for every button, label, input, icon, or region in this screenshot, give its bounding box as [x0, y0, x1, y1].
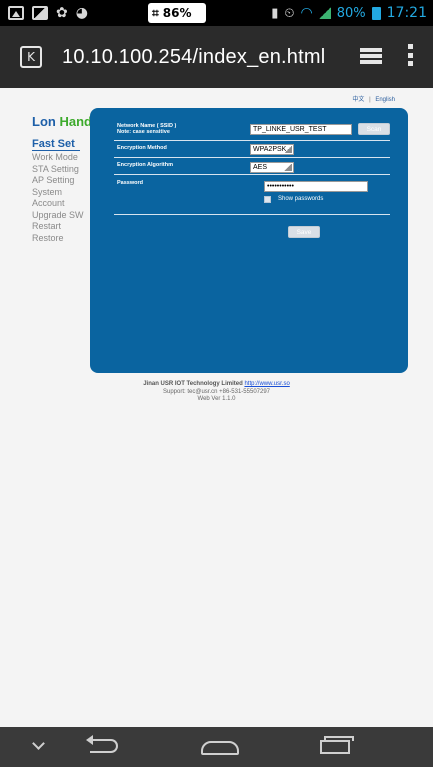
password-label: Password: [117, 180, 143, 186]
company-name: Jinan USR IOT Technology Limited: [143, 381, 243, 387]
back-icon[interactable]: [86, 735, 118, 753]
show-passwords-label: Show passwords: [278, 196, 324, 202]
company-link[interactable]: http://www.usr.so: [244, 381, 289, 387]
sidebar-nav: Fast Set Work Mode STA Setting AP Settin…: [32, 138, 84, 244]
encryption-algorithm-value: AES: [253, 164, 268, 171]
nav-ap-setting[interactable]: AP Setting: [32, 175, 84, 187]
nav-work-mode[interactable]: Work Mode: [32, 152, 84, 164]
nav-restart[interactable]: Restart: [32, 221, 84, 233]
notification-badge: ⌗ 86%: [148, 3, 206, 23]
ssid-input[interactable]: TP_LINKE_USR_TEST: [250, 124, 352, 135]
recent-apps-icon[interactable]: [320, 736, 354, 754]
lang-english-link[interactable]: English: [375, 97, 395, 103]
nav-sta-setting[interactable]: STA Setting: [32, 164, 84, 176]
dropdown-arrow-icon: [284, 146, 292, 153]
signal-icon: [318, 7, 331, 19]
logo-part1: Lon: [32, 114, 56, 129]
save-button[interactable]: Save: [288, 226, 320, 238]
wifi-icon: ◠: [300, 5, 313, 21]
gallery-icon: [8, 6, 24, 20]
encryption-method-row: Encryption Method WPA2PSK: [114, 141, 390, 158]
system-navigation-bar: [0, 727, 433, 767]
alarm-icon: ⏲: [284, 5, 295, 21]
settings-panel: Network Name ( SSID ) Note: case sensiti…: [90, 108, 408, 373]
encryption-algorithm-label: Encryption Algorithm: [117, 162, 174, 168]
tab-switcher-icon[interactable]: K: [20, 46, 42, 68]
scan-button[interactable]: Scan: [358, 123, 390, 135]
overflow-menu-icon[interactable]: [408, 44, 414, 66]
nav-system[interactable]: System: [32, 187, 84, 199]
encryption-algorithm-row: Encryption Algorithm AES: [114, 158, 390, 175]
hash-icon: ⌗: [152, 5, 159, 20]
language-switch: 中文 | English: [352, 94, 395, 103]
nav-upgrade-sw[interactable]: Upgrade SW: [32, 210, 84, 222]
hide-keyboard-icon[interactable]: [32, 737, 45, 750]
logo: Lon Hand: [32, 114, 92, 129]
status-bar: ✿ ◕ ⌗ 86% ▮ ⏲ ◠ 80% 17:21: [0, 0, 433, 26]
animal-icon: ◕: [75, 5, 88, 21]
password-row: Password ••••••••••• Show passwords: [114, 175, 390, 215]
figure-icon: ✿: [56, 5, 68, 21]
vibrate-icon: ▮: [271, 5, 279, 21]
encryption-method-select[interactable]: WPA2PSK: [250, 144, 294, 155]
ssid-note: Note: case sensitive: [117, 129, 170, 135]
support-contact: Support: tec@usr.cn +86-531-55507297: [163, 388, 270, 395]
nav-account[interactable]: Account: [32, 198, 84, 210]
ssid-row: Network Name ( SSID ) Note: case sensiti…: [114, 122, 390, 141]
encryption-algorithm-select[interactable]: AES: [250, 162, 294, 173]
password-input[interactable]: •••••••••••: [264, 181, 368, 192]
nav-fast-set[interactable]: Fast Set: [32, 138, 80, 151]
logo-part2: Hand: [59, 114, 92, 129]
home-icon[interactable]: [201, 741, 239, 755]
encryption-method-label: Encryption Method: [117, 145, 167, 151]
web-page: 中文 | English Lon Hand Fast Set Work Mode…: [0, 88, 433, 727]
battery-icon: [371, 6, 381, 20]
lang-separator: |: [369, 97, 371, 103]
image-icon: [32, 6, 48, 20]
nav-restore[interactable]: Restore: [32, 233, 84, 245]
browser-toolbar: K 10.10.100.254/index_en.html: [0, 26, 433, 88]
page-footer: Jinan USR IOT Technology Limited http://…: [0, 381, 433, 404]
notification-percent: 86%: [162, 6, 192, 20]
web-version: Web Ver 1.1.0: [197, 396, 236, 402]
encryption-method-value: WPA2PSK: [253, 146, 287, 153]
show-passwords-checkbox[interactable]: [264, 196, 271, 203]
address-bar[interactable]: 10.10.100.254/index_en.html: [62, 46, 325, 69]
dropdown-arrow-icon: [284, 164, 292, 171]
bookmarks-icon[interactable]: [360, 48, 382, 64]
battery-percent: 80%: [336, 5, 366, 21]
clock: 17:21: [386, 5, 427, 21]
lang-chinese-link[interactable]: 中文: [352, 97, 364, 103]
